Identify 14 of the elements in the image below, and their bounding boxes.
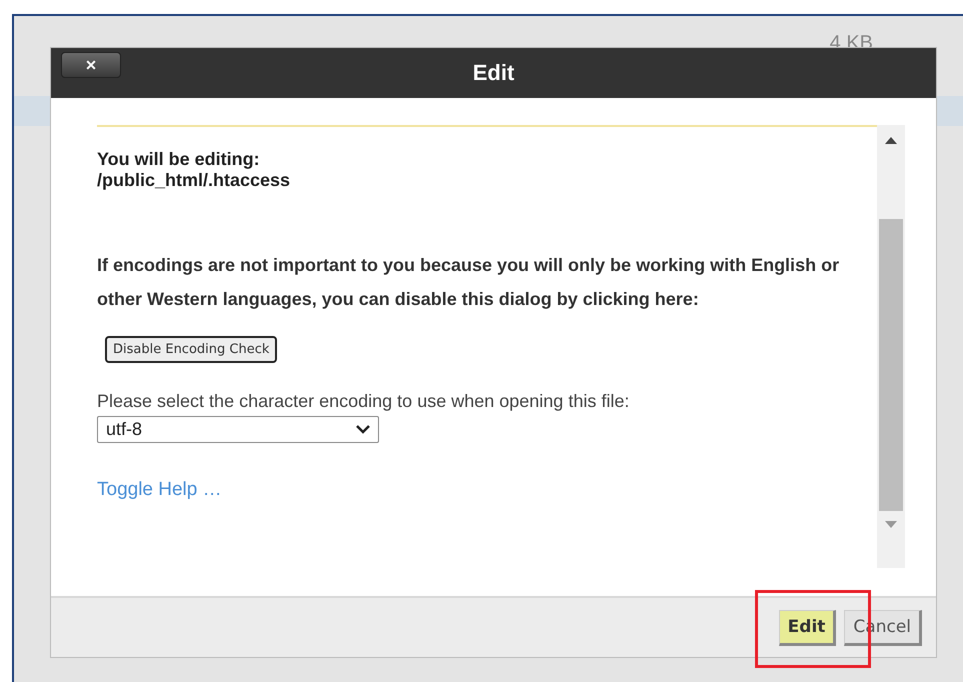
scroll-down-icon[interactable] <box>885 521 897 528</box>
encoding-notice: If encodings are not important to you because you will only be working with English or other Western languages, you can disable this dialog by clicking here: <box>97 255 840 309</box>
scroll-thumb[interactable] <box>879 219 903 511</box>
edit-button[interactable]: Edit <box>778 610 836 646</box>
encoding-select[interactable]: utf-8 <box>97 416 379 443</box>
file-path: /public_html/.htaccess <box>97 170 292 191</box>
scrollbar[interactable] <box>877 125 905 568</box>
dialog-title: Edit <box>472 60 514 86</box>
editing-label: You will be editing: <box>97 149 261 170</box>
disable-check-button[interactable]: Disable Encoding Check <box>105 336 278 363</box>
scroll-up-icon[interactable] <box>885 137 897 144</box>
chevron-down-icon <box>356 425 370 434</box>
encoding-label: Please select the character encoding to use when opening this file: <box>97 391 630 412</box>
close-button[interactable]: × <box>61 52 121 78</box>
